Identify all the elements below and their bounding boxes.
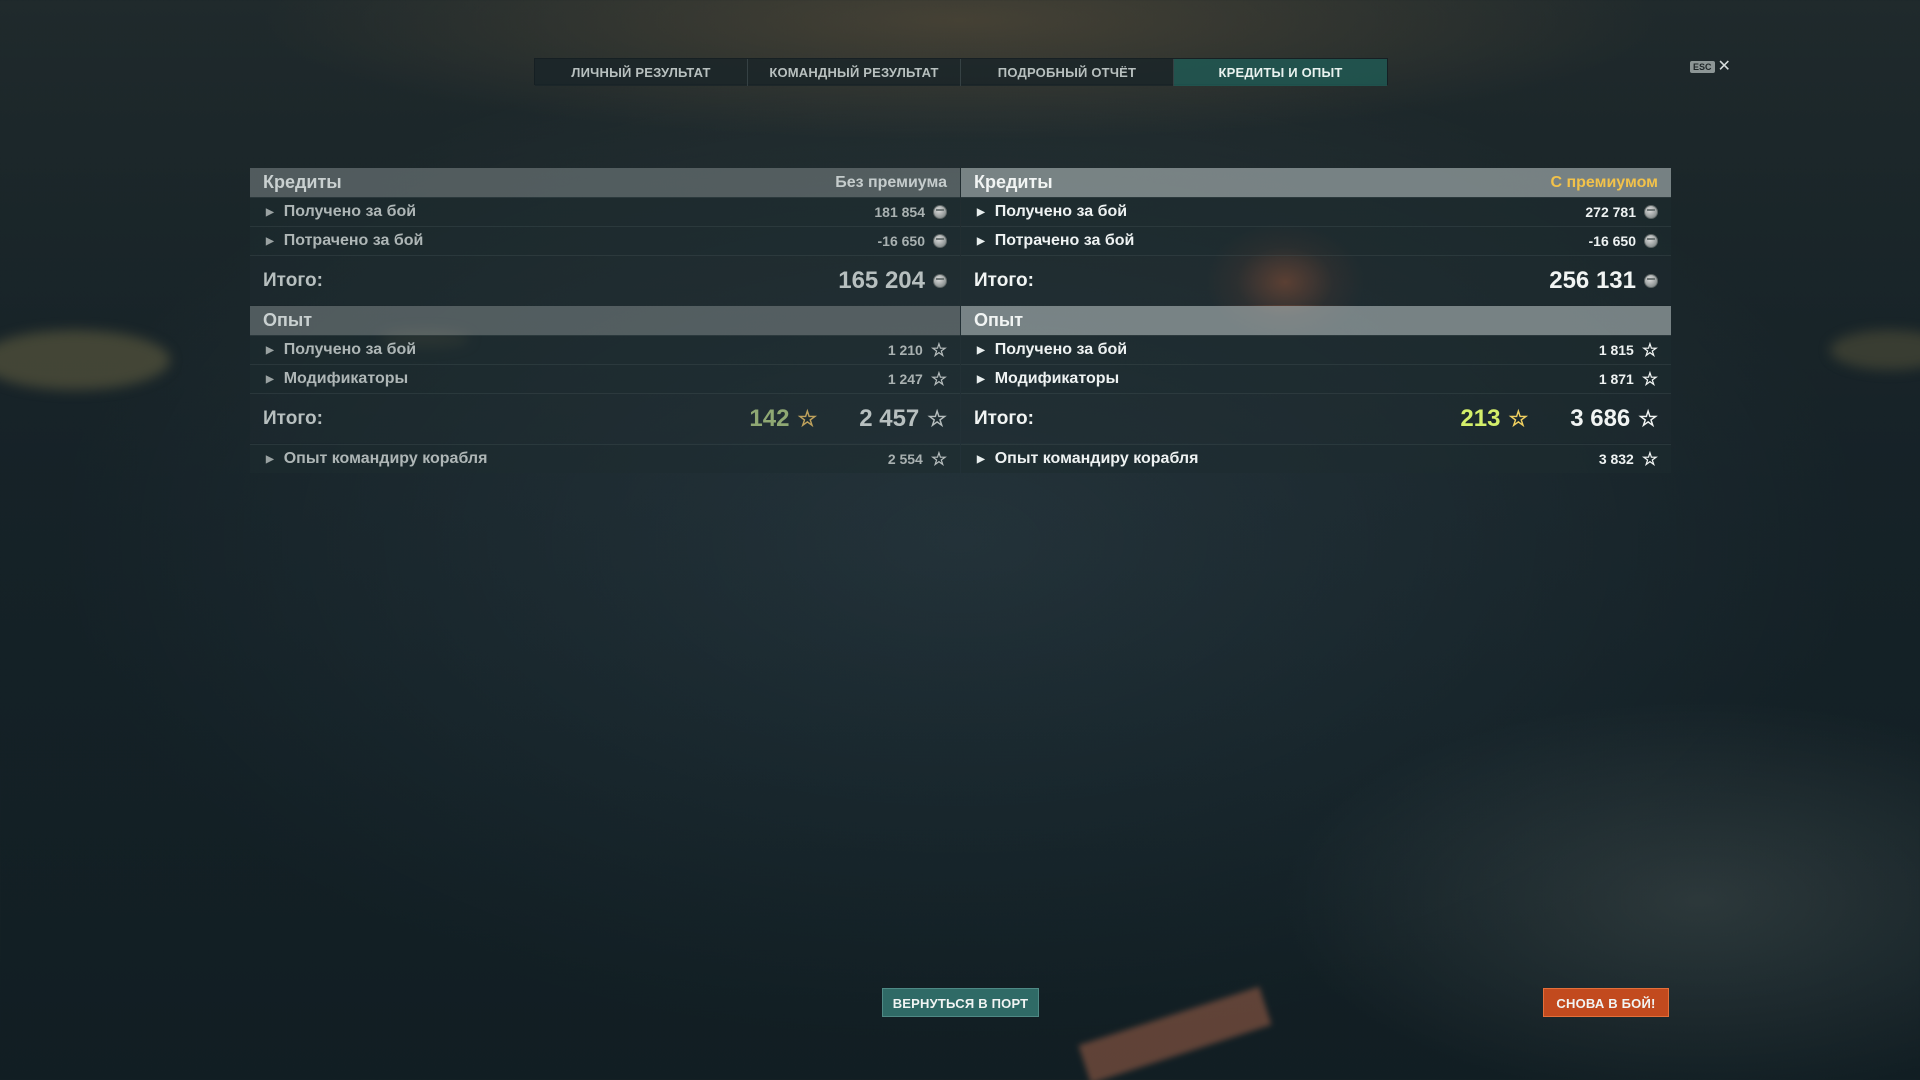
credits-spent-row[interactable]: ▶ Потрачено за бой -16 650 xyxy=(961,226,1671,255)
free-xp-star-icon: ☆ xyxy=(797,405,818,431)
row-label: Опыт командиру корабля xyxy=(994,450,1199,467)
credits-earned-row[interactable]: ▶ Получено за бой 272 781 xyxy=(961,197,1671,226)
esc-key-badge: ESC xyxy=(1690,61,1715,73)
total-value: 256 131 xyxy=(1549,266,1636,294)
row-value: 1 210 xyxy=(887,342,923,358)
close-button[interactable]: ESC ✕ xyxy=(1690,58,1731,75)
section-title: Кредиты xyxy=(974,172,1053,192)
expand-arrow-icon: ▶ xyxy=(977,453,985,465)
row-value: 2 554 xyxy=(887,451,923,467)
results-tabs: ЛИЧНЫЙ РЕЗУЛЬТАТ КОМАНДНЫЙ РЕЗУЛЬТАТ ПОД… xyxy=(534,58,1388,86)
credits-total-row: Итого: 256 131 xyxy=(961,255,1671,305)
free-xp-value: 213 xyxy=(1460,404,1501,432)
total-value: 165 204 xyxy=(838,266,925,294)
expand-arrow-icon: ▶ xyxy=(977,206,985,218)
results-panel-premium: Кредиты С премиумом ▶ Получено за бой 272… xyxy=(961,168,1671,473)
total-label: Итого: xyxy=(974,269,1034,291)
tab-personal-result[interactable]: ЛИЧНЫЙ РЕЗУЛЬТАТ xyxy=(535,59,748,86)
row-label: Потрачено за бой xyxy=(283,232,424,249)
credits-coin-icon xyxy=(1644,234,1658,248)
credits-coin-icon xyxy=(1644,273,1658,288)
xp-total-row: Итого: 213 ☆ 3 686 ☆ xyxy=(961,393,1671,443)
credits-coin-icon xyxy=(933,205,947,219)
credits-coin-icon xyxy=(933,273,947,288)
credits-spent-row[interactable]: ▶ Потрачено за бой -16 650 xyxy=(250,226,960,255)
total-label: Итого: xyxy=(263,407,323,429)
experience-header: Опыт xyxy=(250,306,960,335)
credits-header: Кредиты Без премиума xyxy=(250,168,960,197)
row-value: 1 815 xyxy=(1598,342,1634,358)
expand-arrow-icon: ▶ xyxy=(266,373,274,385)
row-label: Получено за бой xyxy=(994,203,1128,220)
close-icon: ✕ xyxy=(1717,58,1731,75)
battle-again-button[interactable]: СНОВА В БОЙ! xyxy=(1543,988,1669,1017)
experience-header: Опыт xyxy=(961,306,1671,335)
account-type-label: Без премиума xyxy=(835,173,947,191)
row-label: Потрачено за бой xyxy=(994,232,1135,249)
xp-star-icon: ☆ xyxy=(1638,405,1658,431)
xp-modifiers-row[interactable]: ▶ Модификаторы 1 871 ☆ xyxy=(961,364,1671,393)
row-label: Получено за бой xyxy=(283,341,417,358)
row-value: 3 832 xyxy=(1598,451,1634,467)
total-value: 2 457 xyxy=(859,404,920,432)
row-value: 1 247 xyxy=(887,371,923,387)
total-label: Итого: xyxy=(263,269,323,291)
section-title: Кредиты xyxy=(263,172,342,192)
section-title: Опыт xyxy=(974,310,1024,330)
background-island xyxy=(1830,330,1920,370)
row-value: 1 871 xyxy=(1598,371,1634,387)
xp-modifiers-row[interactable]: ▶ Модификаторы 1 247 ☆ xyxy=(250,364,960,393)
xp-star-icon: ☆ xyxy=(930,369,947,389)
xp-earned-row[interactable]: ▶ Получено за бой 1 210 ☆ xyxy=(250,335,960,364)
commander-xp-row[interactable]: ▶ Опыт командиру корабля 2 554 ☆ xyxy=(250,444,960,473)
xp-star-icon: ☆ xyxy=(927,405,947,431)
credits-coin-icon xyxy=(1644,205,1658,219)
xp-earned-row[interactable]: ▶ Получено за бой 1 815 ☆ xyxy=(961,335,1671,364)
return-to-port-button[interactable]: ВЕРНУТЬСЯ В ПОРТ xyxy=(882,988,1039,1017)
background-ship xyxy=(1078,986,1272,1080)
free-xp-value: 142 xyxy=(749,404,790,432)
xp-total-row: Итого: 142 ☆ 2 457 ☆ xyxy=(250,393,960,443)
expand-arrow-icon: ▶ xyxy=(266,453,274,465)
credits-earned-row[interactable]: ▶ Получено за бой 181 854 xyxy=(250,197,960,226)
tab-detailed-report[interactable]: ПОДРОБНЫЙ ОТЧЁТ xyxy=(961,59,1174,86)
account-type-label: С премиумом xyxy=(1550,173,1658,191)
credits-coin-icon xyxy=(933,234,947,248)
expand-arrow-icon: ▶ xyxy=(266,344,274,356)
total-label: Итого: xyxy=(974,407,1034,429)
expand-arrow-icon: ▶ xyxy=(977,344,985,356)
row-value: -16 650 xyxy=(877,233,925,249)
row-label: Получено за бой xyxy=(994,341,1128,358)
expand-arrow-icon: ▶ xyxy=(266,206,274,218)
xp-star-icon: ☆ xyxy=(1641,449,1658,469)
row-label: Модификаторы xyxy=(994,370,1120,387)
xp-star-icon: ☆ xyxy=(930,340,947,360)
section-title: Опыт xyxy=(263,310,313,330)
row-label: Опыт командиру корабля xyxy=(283,450,488,467)
xp-star-icon: ☆ xyxy=(1641,369,1658,389)
background-island xyxy=(0,330,170,390)
total-value: 3 686 xyxy=(1570,404,1631,432)
results-panel-standard: Кредиты Без премиума ▶ Получено за бой 18… xyxy=(250,168,960,473)
commander-xp-row[interactable]: ▶ Опыт командиру корабля 3 832 ☆ xyxy=(961,444,1671,473)
row-value: 181 854 xyxy=(874,204,925,220)
xp-star-icon: ☆ xyxy=(930,449,947,469)
free-xp-star-icon: ☆ xyxy=(1508,405,1529,431)
credits-total-row: Итого: 165 204 xyxy=(250,255,960,305)
row-label: Модификаторы xyxy=(283,370,409,387)
expand-arrow-icon: ▶ xyxy=(266,235,274,247)
credits-header: Кредиты С премиумом xyxy=(961,168,1671,197)
row-value: 272 781 xyxy=(1585,204,1636,220)
tab-team-result[interactable]: КОМАНДНЫЙ РЕЗУЛЬТАТ xyxy=(748,59,961,86)
row-label: Получено за бой xyxy=(283,203,417,220)
expand-arrow-icon: ▶ xyxy=(977,373,985,385)
tab-credits-and-xp[interactable]: КРЕДИТЫ И ОПЫТ xyxy=(1174,59,1387,86)
row-value: -16 650 xyxy=(1588,233,1636,249)
expand-arrow-icon: ▶ xyxy=(977,235,985,247)
xp-star-icon: ☆ xyxy=(1641,340,1658,360)
